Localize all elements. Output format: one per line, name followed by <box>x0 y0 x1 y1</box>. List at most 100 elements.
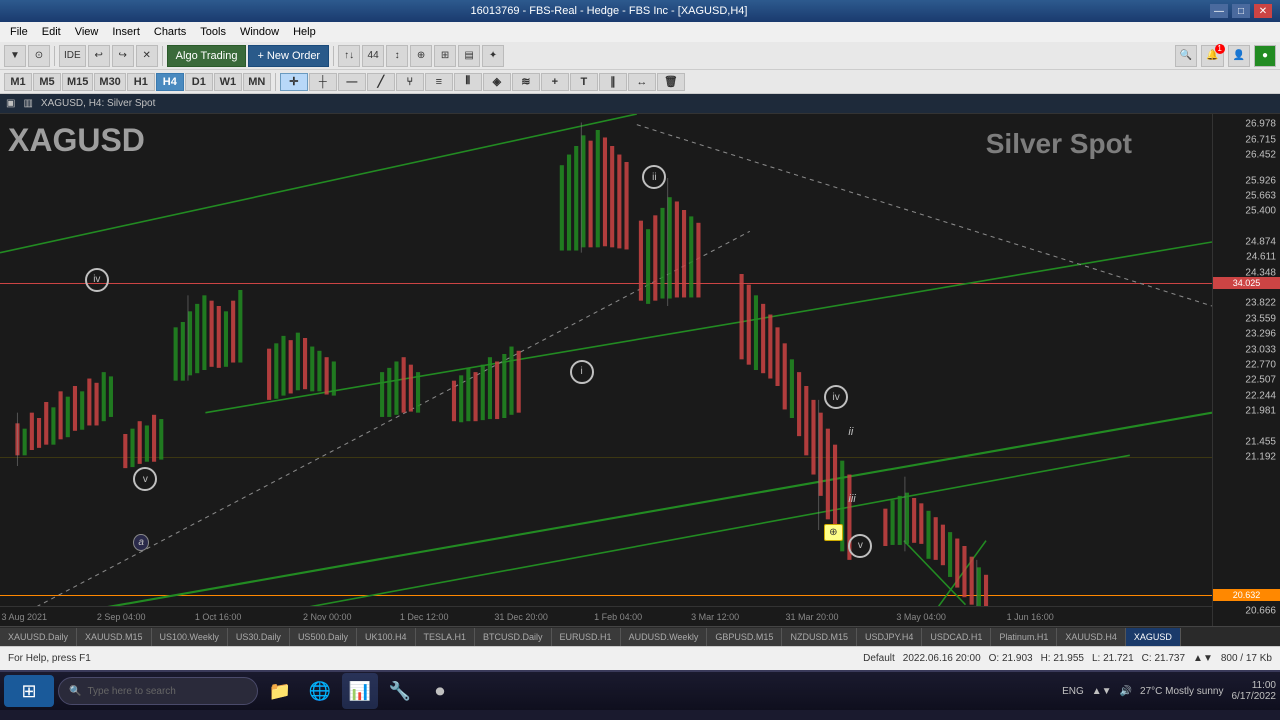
price-22244: 22.244 <box>1245 390 1276 401</box>
plus-tool[interactable]: + <box>541 73 569 91</box>
tab-us500[interactable]: US500.Daily <box>290 628 357 646</box>
time-label-dec31: 31 Dec 20:00 <box>494 612 548 622</box>
profile-dropdown[interactable]: ▼ <box>4 45 26 67</box>
menu-charts[interactable]: Charts <box>148 24 192 40</box>
cursor-tool[interactable]: ✛ <box>280 73 308 91</box>
connected-btn[interactable]: ● <box>1254 45 1276 67</box>
ohlc-high: H: 21.955 <box>1041 653 1084 664</box>
tab-us30[interactable]: US30.Daily <box>228 628 290 646</box>
delete-tool[interactable]: 🗑 <box>657 73 685 91</box>
menu-help[interactable]: Help <box>287 24 322 40</box>
menu-insert[interactable]: Insert <box>106 24 146 40</box>
tab-xauusd-h4[interactable]: XAUUSD.H4 <box>1057 628 1126 646</box>
tab-us100[interactable]: US100.Weekly <box>152 628 228 646</box>
tab-uk100[interactable]: UK100.H4 <box>357 628 416 646</box>
datetime-label: 2022.06.16 20:00 <box>903 653 981 664</box>
price-26452: 26.452 <box>1245 149 1276 160</box>
pitchfork-tool[interactable]: ⑂ <box>396 73 424 91</box>
tf-h1[interactable]: H1 <box>127 73 155 91</box>
chart-canvas[interactable]: XAGUSD Silver Spot <box>0 114 1212 626</box>
zoom-in-btn[interactable]: ⊕ <box>410 45 432 67</box>
trend-tool[interactable]: ╱ <box>367 73 395 91</box>
start-button[interactable]: ⊞ <box>4 675 54 707</box>
tab-tesla[interactable]: TESLA.H1 <box>416 628 476 646</box>
taskbar-time[interactable]: 11:00 6/17/2022 <box>1232 680 1277 702</box>
leverage-btn[interactable]: 44 <box>362 45 384 67</box>
menu-edit[interactable]: Edit <box>36 24 67 40</box>
menu-window[interactable]: Window <box>234 24 285 40</box>
status-left: For Help, press F1 <box>8 653 91 664</box>
tf-m1[interactable]: M1 <box>4 73 32 91</box>
measure-tool[interactable]: ↔ <box>628 73 656 91</box>
price-23033: 23.033 <box>1245 344 1276 355</box>
tab-btcusd[interactable]: BTCUSD.Daily <box>475 628 552 646</box>
channel-tool[interactable]: ⫴ <box>454 73 482 91</box>
mode-label: Default <box>863 653 895 664</box>
crosshair-tool[interactable]: ┼ <box>309 73 337 91</box>
minimize-button[interactable]: — <box>1210 4 1228 18</box>
cancel-btn[interactable]: ✕ <box>136 45 158 67</box>
tab-usdcad[interactable]: USDCAD.H1 <box>922 628 991 646</box>
symbol-icon2: ▥ <box>23 98 32 109</box>
menu-tools[interactable]: Tools <box>194 24 232 40</box>
account-btn[interactable]: 👤 <box>1228 45 1250 67</box>
ide-btn[interactable]: IDE <box>59 45 86 67</box>
menu-view[interactable]: View <box>69 24 105 40</box>
active-price-line-2 <box>0 595 1212 596</box>
close-button[interactable]: ✕ <box>1254 4 1272 18</box>
tab-xagusd[interactable]: XAGUSD <box>1126 628 1181 646</box>
tf-m5[interactable]: M5 <box>33 73 61 91</box>
alert-btn[interactable]: 🔔1 <box>1201 45 1223 67</box>
tf-m30[interactable]: M30 <box>94 73 125 91</box>
taskbar-file-explorer[interactable]: 📁 <box>262 673 298 709</box>
tf-m15[interactable]: M15 <box>62 73 93 91</box>
taskbar-app-extra[interactable]: 🔧 <box>382 673 418 709</box>
tab-audusd[interactable]: AUDUSD.Weekly <box>621 628 708 646</box>
shapes-tool[interactable]: ◈ <box>483 73 511 91</box>
tf-d1[interactable]: D1 <box>185 73 213 91</box>
buy-sell-btn[interactable]: ↑↓ <box>338 45 360 67</box>
price-25400: 25.400 <box>1245 206 1276 217</box>
tf-mn[interactable]: MN <box>243 73 271 91</box>
chart-zoom-btn[interactable]: ↕ <box>386 45 408 67</box>
template-btn[interactable]: ▤ <box>458 45 480 67</box>
price-24611: 24.611 <box>1246 252 1276 263</box>
taskbar-search[interactable]: 🔍 Type here to search <box>58 677 258 705</box>
new-chart-btn[interactable]: ⊙ <box>28 45 50 67</box>
tf-h4[interactable]: H4 <box>156 73 184 91</box>
fib-tool[interactable]: ≡ <box>425 73 453 91</box>
maximize-button[interactable]: □ <box>1232 4 1250 18</box>
new-order-btn[interactable]: + New Order <box>248 45 329 67</box>
taskbar-sound: 🔊 <box>1120 686 1132 697</box>
chart-main[interactable]: XAGUSD Silver Spot <box>0 114 1280 626</box>
undo-btn[interactable]: ↩ <box>88 45 110 67</box>
tab-xauusd-m15[interactable]: XAUUSD.M15 <box>77 628 152 646</box>
taskbar-app-recording[interactable]: ⏺ <box>422 673 458 709</box>
tab-xauusd-daily[interactable]: XAUUSD.Daily <box>0 628 77 646</box>
price-21192: 21.192 <box>1245 452 1276 463</box>
time-label-sep: 2 Sep 04:00 <box>97 612 146 622</box>
connection-label: 800 / 17 Kb <box>1221 653 1272 664</box>
text-tool[interactable]: T <box>570 73 598 91</box>
tab-platinum[interactable]: Platinum.H1 <box>991 628 1057 646</box>
taskbar-metatrader[interactable]: 📊 <box>342 673 378 709</box>
indicators-btn[interactable]: ✦ <box>482 45 504 67</box>
menu-file[interactable]: File <box>4 24 34 40</box>
hline-tool[interactable]: — <box>338 73 366 91</box>
zoom-out-btn[interactable]: ⊞ <box>434 45 456 67</box>
taskbar-browser[interactable]: 🌐 <box>302 673 338 709</box>
wave-label-a: a <box>133 534 149 551</box>
price-22770: 22.770 <box>1245 359 1276 370</box>
parallel-tool[interactable]: ∥ <box>599 73 627 91</box>
tf-w1[interactable]: W1 <box>214 73 242 91</box>
tab-nzdusd[interactable]: NZDUSD.M15 <box>782 628 857 646</box>
redo-btn[interactable]: ↪ <box>112 45 134 67</box>
taskbar-date: 6/17/2022 <box>1232 691 1277 702</box>
tab-gbpusd[interactable]: GBPUSD.M15 <box>707 628 782 646</box>
tab-eurusd[interactable]: EURUSD.H1 <box>552 628 621 646</box>
search-btn[interactable]: 🔍 <box>1175 45 1197 67</box>
tab-usdjpy[interactable]: USDJPY.H4 <box>857 628 922 646</box>
elliott-tool[interactable]: ≋ <box>512 73 540 91</box>
algo-trading-btn[interactable]: Algo Trading <box>167 45 247 67</box>
wave-label-i: i <box>570 360 594 384</box>
